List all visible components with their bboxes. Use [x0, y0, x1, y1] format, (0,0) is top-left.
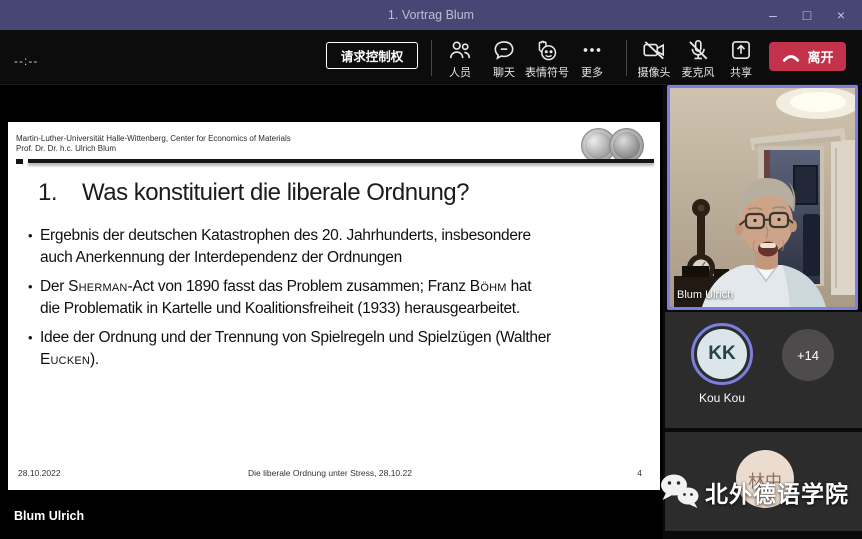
slide-bullet: •Ergebnis der deutschen Katastrophen des…	[28, 225, 656, 269]
slide-page-number: 4	[486, 468, 650, 478]
participants-sidebar: Blum Ulrich KK Kou Kou +14 林中	[663, 85, 862, 539]
more-button[interactable]: 更多	[565, 37, 619, 80]
people-label: 人员	[449, 64, 471, 80]
video-participant-name: Blum Ulrich	[677, 289, 733, 301]
title-bar: 1. Vortrag Blum – □ ×	[0, 0, 862, 30]
meeting-timer: --:--	[14, 54, 38, 68]
window-title: 1. Vortrag Blum	[388, 8, 474, 22]
speaking-ring: KK	[691, 323, 753, 385]
participant-kou[interactable]: KK Kou Kou	[687, 323, 757, 405]
avatar-initials: KK	[697, 329, 747, 379]
camera-label: 摄像头	[638, 64, 671, 80]
meeting-window: 1. Vortrag Blum – □ × --:-- 请求控制权 人员 聊天	[0, 0, 862, 539]
request-control-button[interactable]: 请求控制权	[326, 42, 418, 69]
participant-name: Kou Kou	[699, 391, 745, 405]
slide-footer-title: Die liberale Ordnung unter Stress, 28.10…	[174, 468, 486, 478]
window-controls: – □ ×	[756, 0, 858, 30]
minimize-icon[interactable]: –	[756, 0, 790, 30]
shared-slide: Martin-Luther-Universität Halle-Wittenbe…	[8, 122, 660, 490]
maximize-icon[interactable]: □	[790, 0, 824, 30]
camera-off-icon	[641, 37, 667, 63]
more-label: 更多	[581, 64, 603, 80]
share-label: 共享	[730, 64, 752, 80]
presenter-name-label: Blum Ulrich	[14, 509, 84, 523]
share-button[interactable]: 共享	[714, 37, 768, 80]
meeting-toolbar: --:-- 请求控制权 人员 聊天 表情符	[0, 30, 862, 85]
participants-tile[interactable]: KK Kou Kou +14	[665, 312, 862, 428]
chat-label: 聊天	[493, 64, 515, 80]
avatar-lin: 林中	[736, 450, 794, 508]
slide-title: 1. Was konstituiert die liberale Ordnung…	[38, 179, 469, 207]
screenshare-stage: Martin-Luther-Universität Halle-Wittenbe…	[0, 85, 663, 539]
raised-hand-emoji-icon	[534, 37, 560, 63]
slide-bullet-list: •Ergebnis der deutschen Katastrophen des…	[28, 225, 656, 378]
slide-footer-date: 28.10.2022	[18, 468, 174, 478]
close-icon[interactable]: ×	[824, 0, 858, 30]
people-icon	[447, 37, 473, 63]
toolbar-divider	[431, 40, 432, 76]
participant-tile-lin[interactable]: 林中	[665, 432, 862, 531]
seal-coin-icon	[609, 128, 644, 163]
slide-divider-rule	[14, 159, 654, 168]
leave-label: 离开	[807, 47, 833, 66]
slide-footer: 28.10.2022 Die liberale Ordnung unter St…	[18, 468, 650, 478]
affiliation-line1: Martin-Luther-Universität Halle-Wittenbe…	[16, 134, 291, 144]
mic-label: 麦克风	[682, 64, 715, 80]
participant-video	[670, 88, 855, 307]
more-dots-icon	[579, 37, 605, 63]
slide-affiliation: Martin-Luther-Universität Halle-Wittenbe…	[16, 134, 291, 154]
slide-bullet: •Der Sherman-Act von 1890 fasst das Prob…	[28, 276, 656, 320]
affiliation-line2: Prof. Dr. Dr. h.c. Ulrich Blum	[16, 144, 291, 154]
slide-title-number: 1.	[38, 179, 82, 207]
share-screen-icon	[728, 37, 754, 63]
hangup-phone-icon	[781, 51, 801, 63]
leave-button[interactable]: 离开	[769, 42, 846, 71]
emoji-label: 表情符号	[525, 64, 569, 80]
video-tile-blum[interactable]: Blum Ulrich	[667, 85, 858, 310]
slide-title-text: Was konstituiert die liberale Ordnung?	[82, 179, 469, 207]
overflow-participants-badge[interactable]: +14	[782, 329, 834, 381]
chat-icon	[491, 37, 517, 63]
slide-bullet: •Idee der Ordnung und der Trennung von S…	[28, 327, 656, 371]
mic-off-icon	[685, 37, 711, 63]
